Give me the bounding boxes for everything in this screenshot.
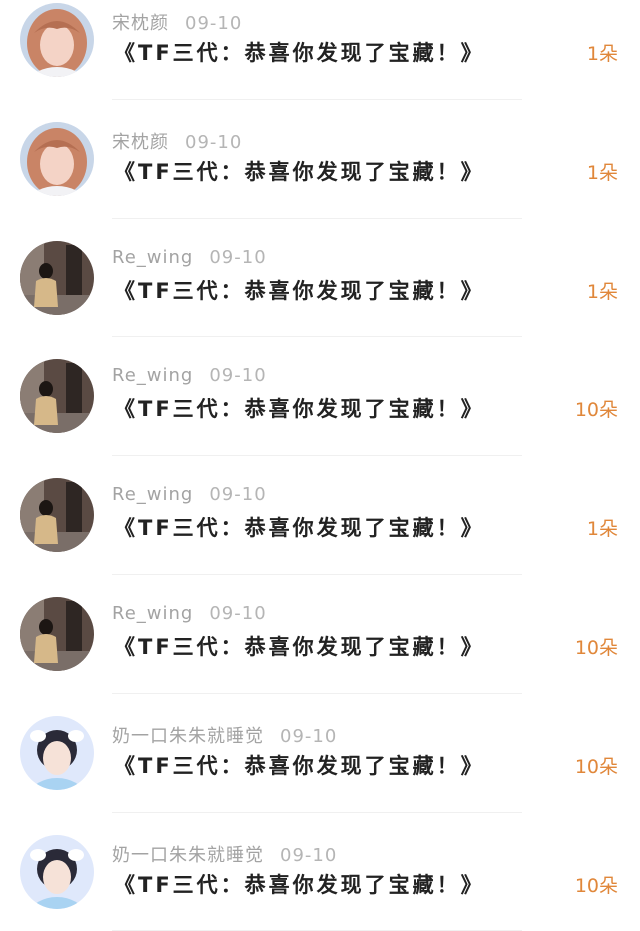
sender-name: 宋枕颜: [112, 13, 169, 34]
sender-name: 奶一口朱朱就睡觉: [112, 725, 264, 747]
send-date: 09-10: [209, 365, 267, 387]
flower-count: 10朵: [574, 399, 618, 422]
send-date: 09-10: [280, 725, 338, 747]
message-text: 《TF三代：恭喜你发现了宝藏！》: [114, 634, 485, 659]
message-text: 《TF三代：恭喜你发现了宝藏！》: [114, 278, 485, 303]
boy-blue-avatar-icon[interactable]: [20, 834, 94, 909]
girl-pink-avatar-icon[interactable]: [20, 3, 94, 77]
send-date: 09-10: [209, 484, 267, 506]
sender-line: 奶一口朱朱就睡觉 09-10: [112, 722, 337, 748]
list-item[interactable]: Re_wing 09-10 《TF三代：恭喜你发现了宝藏！》 1朵: [0, 456, 640, 575]
message-text: 《TF三代：恭喜你发现了宝藏！》: [114, 41, 485, 65]
message-text: 《TF三代：恭喜你发现了宝藏！》: [114, 397, 485, 422]
flower-count: 10朵: [574, 755, 618, 778]
street-photo-avatar-icon[interactable]: [20, 240, 94, 315]
flower-count: 10朵: [574, 874, 618, 897]
list-item[interactable]: 宋枕颜 09-10 《TF三代：恭喜你发现了宝藏！》 1朵: [0, 0, 640, 100]
boy-blue-avatar-icon[interactable]: [20, 715, 94, 790]
flower-count: 1朵: [586, 43, 618, 65]
gift-record-list: 宋枕颜 09-10 《TF三代：恭喜你发现了宝藏！》 1朵 宋枕颜 09-10 《T…: [0, 0, 640, 931]
sender-name: Re_wing: [112, 484, 194, 506]
list-item[interactable]: Re_wing 09-10 《TF三代：恭喜你发现了宝藏！》 10朵: [0, 575, 640, 694]
flower-count: 1朵: [586, 518, 618, 541]
send-date: 09-10: [209, 602, 267, 624]
flower-count: 1朵: [586, 280, 618, 303]
list-item[interactable]: Re_wing 09-10 《TF三代：恭喜你发现了宝藏！》 10朵: [0, 337, 640, 457]
list-item[interactable]: 宋枕颜 09-10 《TF三代：恭喜你发现了宝藏！》 1朵: [0, 100, 640, 219]
sender-line: 宋枕颜 09-10: [112, 9, 242, 35]
sender-name: 奶一口朱朱就睡觉: [112, 844, 264, 866]
list-item[interactable]: Re_wing 09-10 《TF三代：恭喜你发现了宝藏！》 1朵: [0, 219, 640, 338]
send-date: 09-10: [280, 844, 338, 866]
sender-name: Re_wing: [112, 246, 194, 268]
message-text: 《TF三代：恭喜你发现了宝藏！》: [114, 516, 485, 541]
sender-line: 奶一口朱朱就睡觉 09-10: [112, 841, 337, 867]
sender-line: Re_wing 09-10: [112, 484, 267, 505]
sender-line: Re_wing 09-10: [112, 365, 267, 386]
sender-line: Re_wing 09-10: [112, 603, 267, 624]
street-photo-avatar-icon[interactable]: [20, 359, 94, 434]
flower-count: 10朵: [574, 636, 618, 659]
message-text: 《TF三代：恭喜你发现了宝藏！》: [114, 872, 485, 897]
street-photo-avatar-icon[interactable]: [20, 478, 94, 553]
list-item[interactable]: 奶一口朱朱就睡觉 09-10 《TF三代：恭喜你发现了宝藏！》 10朵: [0, 813, 640, 931]
street-photo-avatar-icon[interactable]: [20, 596, 94, 671]
message-text: 《TF三代：恭喜你发现了宝藏！》: [114, 159, 485, 184]
sender-line: 宋枕颜 09-10: [112, 128, 242, 154]
send-date: 09-10: [185, 131, 243, 153]
send-date: 09-10: [209, 246, 267, 268]
girl-pink-avatar-icon[interactable]: [20, 121, 94, 196]
sender-name: Re_wing: [112, 365, 194, 387]
send-date: 09-10: [185, 13, 243, 34]
flower-count: 1朵: [586, 161, 618, 184]
sender-name: Re_wing: [112, 602, 194, 624]
message-text: 《TF三代：恭喜你发现了宝藏！》: [114, 753, 485, 778]
list-item[interactable]: 奶一口朱朱就睡觉 09-10 《TF三代：恭喜你发现了宝藏！》 10朵: [0, 694, 640, 813]
sender-line: Re_wing 09-10: [112, 247, 267, 268]
sender-name: 宋枕颜: [112, 131, 169, 153]
